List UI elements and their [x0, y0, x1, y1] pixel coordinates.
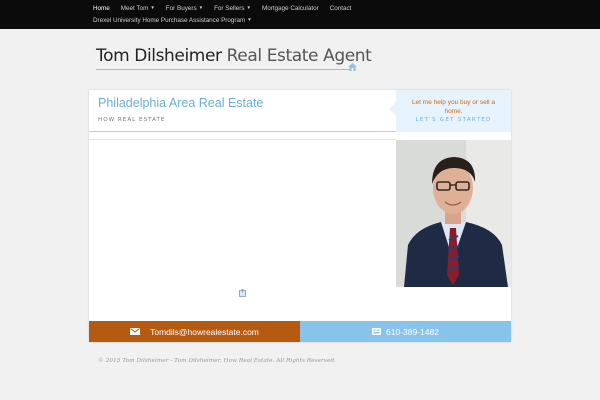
chevron-down-icon: ▼	[247, 17, 252, 22]
cta-text: Let me help you buy or sell a home.	[411, 99, 496, 115]
top-navigation: Home Meet Tom ▼ For Buyers ▼ For Sellers ▼ Mort…	[0, 0, 600, 29]
panel-subtitle: HOW REAL ESTATE	[98, 117, 166, 123]
nav-item-label: Home	[93, 5, 110, 12]
title-underline	[96, 69, 354, 70]
chevron-down-icon: ▼	[198, 5, 204, 10]
get-started-link[interactable]: LET'S GET STARTED	[396, 117, 511, 123]
chevron-down-icon: ▼	[246, 5, 251, 10]
phone-contact-button[interactable]: 610-389-1482	[300, 321, 511, 342]
agent-portrait-image	[396, 140, 511, 287]
footer-copyright: © 2015 Tom Dilsheimer - Tom Dilsheimer, …	[98, 358, 337, 364]
nav-item-label: Mortgage Calculator	[261, 5, 319, 12]
broken-image-icon	[239, 289, 246, 297]
phone-number: 610-389-1482	[386, 326, 439, 337]
nav-item-row1-5[interactable]: Contact	[330, 5, 352, 12]
nav-item-row1-1[interactable]: Meet Tom ▼	[121, 5, 155, 12]
nav-item-row1-4[interactable]: Mortgage Calculator	[262, 5, 319, 12]
nav-item-label: For Buyers	[165, 5, 197, 12]
nav-item-label: Meet Tom	[120, 5, 149, 12]
main-panel: Philadelphia Area Real Estate HOW REAL E…	[89, 90, 511, 342]
nav-item-row1-2[interactable]: For Buyers ▼	[166, 5, 203, 12]
nav-row-primary: Home Meet Tom ▼ For Buyers ▼ For Sellers ▼ Mort…	[93, 5, 362, 12]
cta-arrow	[389, 102, 396, 116]
nav-item-row1-0[interactable]: Home	[93, 5, 110, 12]
phone-icon	[372, 328, 382, 335]
nav-row-secondary: Drexel University Home Purchase Assistan…	[93, 17, 263, 24]
envelope-icon	[130, 328, 141, 335]
site-title-name: Tom Dilsheimer	[96, 46, 222, 66]
site-title[interactable]: Tom Dilsheimer Real Estate Agent	[96, 46, 372, 66]
chevron-down-icon: ▼	[150, 5, 155, 10]
nav-item-label: Drexel University Home Purchase Assistan…	[93, 17, 246, 24]
panel-title: Philadelphia Area Real Estate	[98, 96, 264, 110]
home-icon	[348, 63, 357, 71]
content-divider	[89, 139, 396, 140]
email-address: Tomdils@howrealestate.com	[150, 326, 259, 337]
nav-item-label: Contact	[329, 5, 352, 12]
email-contact-button[interactable]: Tomdils@howrealestate.com	[89, 321, 300, 342]
agent-photo	[396, 140, 511, 287]
divider	[89, 131, 396, 132]
nav-item-row1-3[interactable]: For Sellers ▼	[214, 5, 251, 12]
cta-box[interactable]: Let me help you buy or sell a home. LET'…	[389, 90, 511, 132]
nav-item-row2-0[interactable]: Drexel University Home Purchase Assistan…	[93, 17, 252, 24]
nav-item-label: For Sellers	[214, 5, 245, 12]
